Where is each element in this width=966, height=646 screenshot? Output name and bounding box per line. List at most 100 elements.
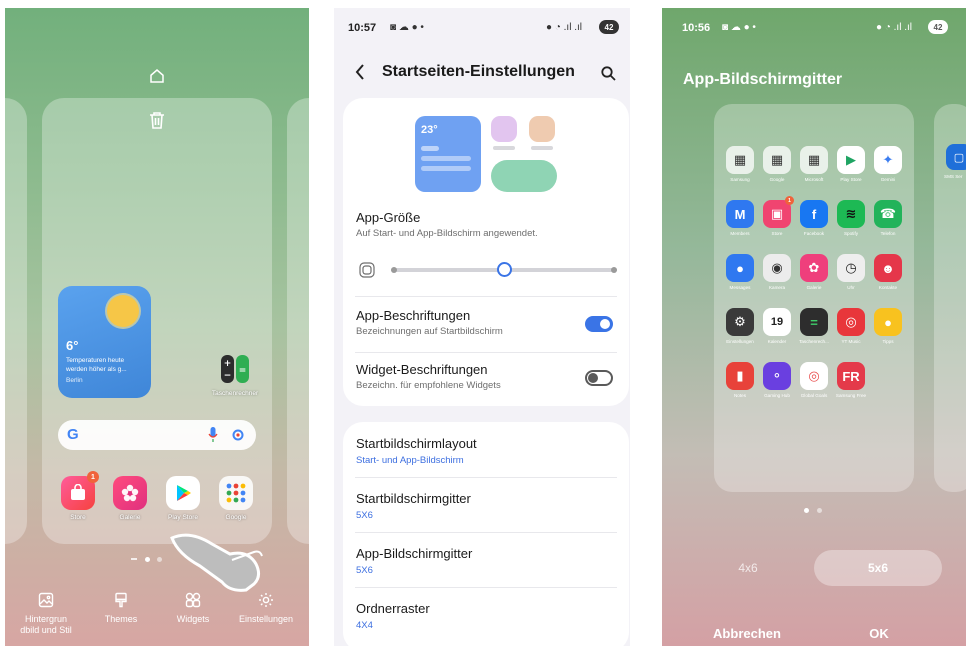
app-labels-title: App-Beschriftungen	[356, 308, 471, 323]
weather-text: Temperaturen heute werden höher als g...	[66, 357, 127, 373]
sms-app-label: SMS Ser	[944, 174, 963, 179]
grid-app-members[interactable]: M Members	[721, 200, 759, 236]
preview-line	[421, 166, 471, 171]
settings-button[interactable]: Einstellungen	[230, 592, 302, 624]
play-store-icon: ▶	[837, 146, 865, 174]
grid-app-tips[interactable]: ● Tipps	[869, 308, 907, 344]
setting-home-grid[interactable]: Startbildschirmgitter 5X6	[356, 491, 616, 521]
setting-title: Ordnerraster	[356, 601, 430, 616]
weather-widget[interactable]: 6° Temperaturen heute werden höher als g…	[58, 286, 151, 398]
widgets-button[interactable]: Widgets	[157, 592, 229, 624]
grid-app-microsoft-folder[interactable]: ▦ Microsoft	[795, 146, 833, 182]
grid-app-global-goals[interactable]: ◎ Global Goals	[795, 362, 833, 398]
grid-app-camera[interactable]: ◉ Kamera	[758, 254, 796, 290]
calendar-icon: 19	[763, 308, 791, 336]
app-size-slider[interactable]	[391, 262, 617, 277]
setting-folder-grid[interactable]: Ordnerraster 4X4	[356, 601, 616, 631]
svg-text:+: +	[224, 359, 232, 369]
widget-labels-row[interactable]: Widget-Beschriftungen Bezeichn. für empf…	[343, 358, 629, 404]
preview-app-purple	[491, 116, 517, 142]
dock-app-play-store[interactable]: Play Store	[158, 476, 208, 521]
grid-app-spotify[interactable]: ≋ Spotify	[832, 200, 870, 236]
home-settings-screen: 10:57 ◙ ☁ ● • ● ◔ .ıl .ıl 42 Startseiten…	[334, 8, 630, 646]
app-labels-toggle[interactable]	[585, 316, 613, 332]
grid-app-label: Messages	[729, 285, 751, 290]
grid-app-label: Telefon	[880, 231, 896, 236]
apps-grid-screen: 10:56 ◙ ☁ ● • ● ◔ .ıl .ıl 42 App-Bildsch…	[662, 8, 966, 646]
ok-label: OK	[869, 625, 889, 641]
store-badge: 1	[785, 196, 794, 205]
global-goals-icon: ◎	[800, 362, 828, 390]
camera-icon: ◉	[763, 254, 791, 282]
grid-app-play-store[interactable]: ▶ Play Store	[832, 146, 870, 182]
dock-app-gallery[interactable]: Galerie	[105, 476, 155, 521]
google-search-bar[interactable]: G	[58, 420, 256, 450]
grid-app-calendar[interactable]: 19 Kalender	[758, 308, 796, 344]
grid-app-phone[interactable]: ☎ Telefon	[869, 200, 907, 236]
grid-app-clock[interactable]: ◷ Uhr	[832, 254, 870, 290]
grid-app-samsung-folder[interactable]: ▦ Samsung	[721, 146, 759, 182]
trash-icon[interactable]	[145, 108, 169, 132]
grid-app-google-folder[interactable]: ▦ Google	[758, 146, 796, 182]
grid-app-label: Spotify	[843, 231, 859, 236]
gaming-hub-icon: ⚬	[763, 362, 791, 390]
grid-app-yt-music[interactable]: ◎ YT Music	[832, 308, 870, 344]
grid-app-gaming-hub[interactable]: ⚬ Gaming Hub	[758, 362, 796, 398]
grid-app-samsung-free[interactable]: FR Samsung Free	[832, 362, 870, 398]
page-card-right[interactable]	[287, 98, 309, 544]
lens-icon[interactable]	[231, 428, 245, 447]
grid-app-label: Gemini	[880, 177, 896, 182]
app-labels-subtitle: Bezeichnungen auf Startbildschirm	[356, 326, 503, 337]
grid-app-calculator[interactable]: = Taschenrech...	[795, 308, 833, 344]
grid-app-label: Samsung Free	[835, 393, 867, 398]
calculator-app[interactable]: + − = Taschenrechner	[210, 352, 260, 397]
grid-app-notes[interactable]: ▮ Notes	[721, 362, 759, 398]
gallery-icon: ✿	[800, 254, 828, 282]
page-dot-active	[145, 557, 150, 562]
ok-button[interactable]: OK	[814, 620, 944, 646]
page-card-left[interactable]	[5, 98, 27, 544]
setting-title: Startbildschirmgitter	[356, 491, 471, 506]
app-label: Google	[225, 514, 247, 521]
setting-home-layout[interactable]: Startbildschirmlayout Start- und App-Bil…	[356, 436, 616, 466]
slider-thumb[interactable]	[497, 262, 512, 277]
back-arrow-icon[interactable]	[348, 60, 372, 84]
next-page-preview[interactable]: ▢ SMS Ser	[934, 104, 966, 492]
grid-app-messages[interactable]: ● Messages	[721, 254, 759, 290]
app-labels-row[interactable]: App-Beschriftungen Bezeichnungen auf Sta…	[343, 304, 629, 350]
themes-button[interactable]: Themes	[85, 592, 157, 624]
dock-app-google-folder[interactable]: Google	[211, 476, 261, 521]
grid-app-gemini[interactable]: ✦ Gemini	[869, 146, 907, 182]
calculator-label: Taschenrechner	[211, 390, 259, 397]
divider	[355, 532, 617, 533]
wallpaper-style-button[interactable]: Hintergrun dbild und Stil	[10, 592, 82, 636]
grid-option-5x6-selected[interactable]: 5x6	[814, 550, 942, 586]
grid-app-store[interactable]: ▣ 1 Store	[758, 196, 796, 236]
grid-page-indicator	[804, 508, 828, 514]
grid-app-label: Kalender	[767, 339, 787, 344]
grid-app-settings[interactable]: ⚙ Einstellungen	[721, 308, 759, 344]
members-icon: M	[726, 200, 754, 228]
google-folder-icon: ▦	[763, 146, 791, 174]
widget-labels-toggle[interactable]	[585, 370, 613, 386]
mic-icon[interactable]	[208, 427, 218, 448]
grid-app-label: Microsoft	[804, 177, 824, 182]
option-label: 5x6	[867, 561, 889, 575]
dock-app-store[interactable]: 1 Store	[53, 471, 103, 521]
preview-weather-tile: 23°	[415, 116, 481, 192]
gemini-icon: ✦	[874, 146, 902, 174]
home-icon[interactable]	[145, 64, 169, 88]
grid-app-facebook[interactable]: f Facebook	[795, 200, 833, 236]
grid-app-label: Store	[771, 231, 783, 236]
grid-app-contacts[interactable]: ☻ Kontakte	[869, 254, 907, 290]
microsoft-folder-icon: ▦	[800, 146, 828, 174]
search-icon[interactable]	[596, 61, 620, 85]
layout-settings-card: Startbildschirmlayout Start- und App-Bil…	[343, 422, 629, 646]
calculator-icon: + − =	[218, 352, 252, 386]
setting-apps-grid[interactable]: App-Bildschirmgitter 5X6	[356, 546, 616, 576]
calendar-day: 19	[770, 316, 784, 328]
grid-app-gallery[interactable]: ✿ Galerie	[795, 254, 833, 290]
cancel-button[interactable]: Abbrechen	[682, 620, 812, 646]
grid-app-label: Google	[769, 177, 785, 182]
grid-option-4x6[interactable]: 4x6	[684, 550, 812, 586]
